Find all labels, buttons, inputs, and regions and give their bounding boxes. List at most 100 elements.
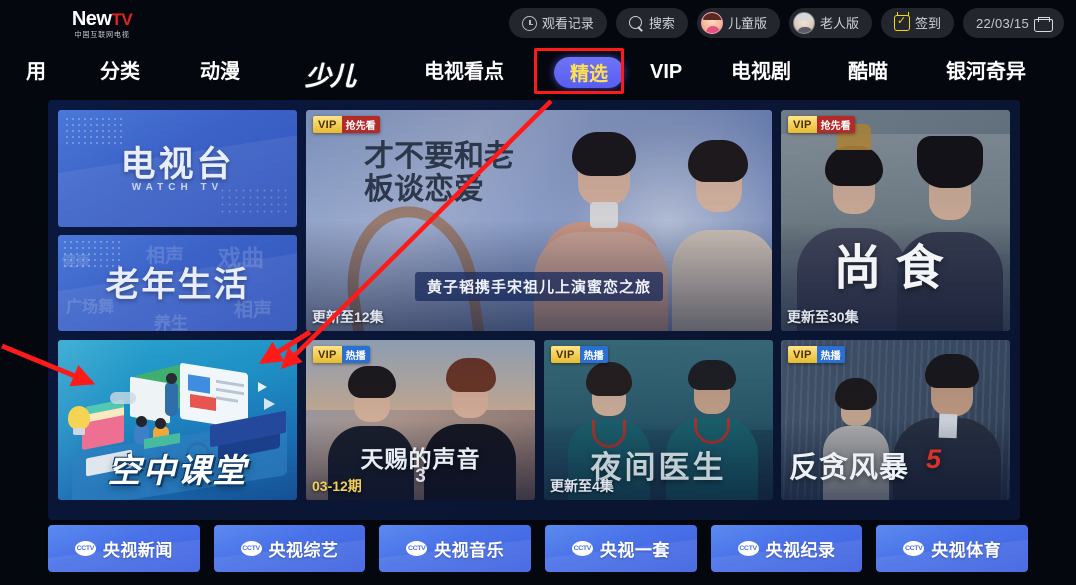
poster-title-boss-romance: 才不要和老板谈恋爱	[364, 140, 514, 206]
watch-history-label: 观看记录	[541, 16, 594, 31]
iso-paper-plane	[258, 382, 267, 392]
channel-button-cctv-channel-1[interactable]: CCTV 央视一套	[545, 525, 697, 572]
nav-item-drama[interactable]: 电视剧	[731, 60, 791, 84]
channel-button-cctv-sports[interactable]: CCTV 央视体育	[876, 525, 1029, 572]
nav-item-apps[interactable]: 用	[26, 60, 46, 84]
poster-episode-shang-shi: 更新至30集	[787, 309, 859, 325]
channel-label-cctv-channel-1: 央视一套	[599, 541, 670, 560]
poster-card-shang-shi[interactable]: 尚食 VIP 抢先看 更新至30集	[781, 110, 1010, 331]
logo-subtitle: 中国互联网电视	[74, 29, 130, 39]
iso-teacher-head	[166, 373, 177, 384]
date-network-button[interactable]: 22/03/15	[962, 8, 1064, 38]
promo-card-tv-station[interactable]: 电视台 WATCH TV	[58, 110, 297, 227]
vip-badge: VIP 热播	[313, 346, 370, 363]
cctv-logo-icon: CCTV	[240, 541, 262, 556]
cctv-logo-icon: CCTV	[74, 541, 96, 556]
channel-label-cctv-documentary: 央视纪录	[765, 541, 836, 560]
vip-tag-label: 热播	[341, 346, 370, 363]
nav-item-tv-spot[interactable]: 电视看点	[424, 60, 504, 84]
main-nav: 用 分类 动漫 少儿 电视看点 精选 ........... VIP 电视剧 酷…	[0, 50, 1076, 96]
iso-cloud	[110, 392, 136, 404]
search-button[interactable]: 搜索	[615, 8, 688, 38]
search-label: 搜索	[648, 16, 675, 31]
nav-item-kumiao[interactable]: 酷喵	[848, 60, 888, 84]
channel-label-cctv-news: 央视新闻	[102, 541, 173, 560]
nav-item-featured[interactable]: 精选 ...........	[554, 57, 625, 88]
channel-button-cctv-news[interactable]: CCTV 央视新闻	[48, 525, 200, 572]
iso-student-head	[136, 416, 147, 427]
check-in-label: 签到	[914, 16, 941, 31]
vip-tag-label: 抢先看	[816, 116, 855, 133]
watch-history-button[interactable]: 观看记录	[508, 8, 607, 38]
vip-label: VIP	[788, 116, 817, 133]
content-panel: 电视台 WATCH TV 相声 戏曲 广场舞 养生 相声 健康 老年生活 才不要…	[48, 100, 1020, 520]
kids-mode-button[interactable]: 儿童版	[696, 8, 780, 38]
vip-badge: VIP 抢先看	[788, 116, 855, 133]
vip-badge: VIP 热播	[788, 346, 845, 363]
channel-button-cctv-documentary[interactable]: CCTV 央视纪录	[710, 525, 863, 572]
vip-label: VIP	[788, 346, 817, 363]
poster-card-voice-gifted[interactable]: 天赐的声音 3 VIP 热播 03-12期	[306, 340, 535, 500]
cctv-logo-text: CCTV	[739, 545, 757, 552]
iso-student-head	[155, 418, 166, 429]
channel-label-cctv-sports: 央视体育	[931, 541, 1002, 560]
promo-subtitle-tv-station: WATCH TV	[131, 182, 224, 193]
logo-tv-text: TV	[111, 9, 133, 29]
ghost-word: 养生	[154, 314, 188, 331]
vip-badge: VIP 热播	[551, 346, 608, 363]
elderly-mode-label: 老人版	[819, 16, 859, 31]
iso-lightbulb-base	[73, 428, 85, 435]
poster-card-night-doctor[interactable]: 夜间医生 VIP 热播 更新至4集	[544, 340, 773, 500]
nav-selected-dots: ...........	[571, 78, 607, 84]
iso-teacher-body	[165, 382, 178, 416]
poster-episode-voice-gifted: 03-12期	[312, 478, 362, 494]
poster-caption-boss-romance: 黄子韬携手宋祖儿上演蜜恋之旅	[414, 272, 664, 301]
promo-card-elderly-life[interactable]: 相声 戏曲 广场舞 养生 相声 健康 老年生活	[58, 235, 297, 331]
cctv-logo-icon: CCTV	[571, 541, 593, 556]
kids-mode-label: 儿童版	[727, 16, 767, 31]
nav-item-vip[interactable]: VIP	[650, 60, 682, 84]
vip-tag-label: 热播	[816, 346, 845, 363]
cctv-logo-text: CCTV	[573, 545, 592, 552]
poster-title-number-anti-corruption: 5	[926, 444, 942, 474]
network-icon	[1034, 16, 1053, 32]
poster-card-anti-corruption[interactable]: 反贪风暴 5 VIP 热播	[781, 340, 1010, 500]
app-header: NewTV 中国互联网电视 观看记录 搜索 儿童版 老人版 签到 22/03/1…	[0, 0, 1076, 48]
kid-avatar-icon	[700, 12, 723, 34]
vip-label: VIP	[313, 116, 342, 133]
check-in-button[interactable]: 签到	[880, 8, 954, 38]
logo-main-text: New	[71, 7, 112, 30]
iso-paper-plane	[264, 398, 275, 410]
vip-tag-label: 抢先看	[341, 116, 380, 133]
cctv-logo-text: CCTV	[904, 545, 923, 552]
poster-episode-night-doctor: 更新至4集	[550, 478, 614, 494]
vip-label: VIP	[551, 346, 580, 363]
channel-button-row: CCTV 央视新闻 CCTV 央视综艺 CCTV 央视音乐 CCTV 央视一套 …	[48, 525, 1029, 575]
elderly-mode-button[interactable]: 老人版	[788, 8, 872, 38]
cctv-logo-icon: CCTV	[406, 541, 428, 556]
channel-button-cctv-variety[interactable]: CCTV 央视综艺	[213, 525, 366, 572]
channel-label-cctv-variety: 央视综艺	[268, 541, 339, 560]
search-icon	[628, 15, 644, 31]
cctv-logo-icon: CCTV	[737, 541, 759, 556]
cctv-logo-icon: CCTV	[903, 541, 925, 556]
header-button-group: 观看记录 搜索 儿童版 老人版 签到 22/03/15	[508, 8, 1064, 38]
cctv-logo-text: CCTV	[407, 545, 426, 552]
vip-badge: VIP 抢先看	[313, 116, 380, 133]
nav-item-kids[interactable]: 少儿	[305, 56, 356, 93]
promo-card-air-classroom[interactable]: 空中课堂	[58, 340, 297, 500]
iso-monitor-video	[188, 374, 210, 394]
poster-card-boss-romance[interactable]: 才不要和老板谈恋爱 VIP 抢先看 黄子韬携手宋祖儿上演蜜恋之旅 更新至12集	[306, 110, 772, 331]
poster-title-shang-shi: 尚食	[833, 242, 958, 295]
date-label: 22/03/15	[975, 16, 1029, 31]
logo-text: NewTV	[71, 7, 133, 30]
calendar-check-icon	[893, 12, 910, 31]
nav-item-category[interactable]: 分类	[100, 60, 140, 84]
nav-item-anime[interactable]: 动漫	[200, 60, 240, 84]
poster-episode-boss-romance: 更新至12集	[312, 309, 384, 325]
promo-title-elderly-life: 老年生活	[105, 266, 250, 304]
nav-item-galaxy[interactable]: 银河奇异	[946, 60, 1026, 84]
poster-title-anti-corruption: 反贪风暴	[789, 452, 910, 484]
channel-button-cctv-music[interactable]: CCTV 央视音乐	[379, 525, 532, 572]
iso-book-white	[130, 376, 170, 424]
